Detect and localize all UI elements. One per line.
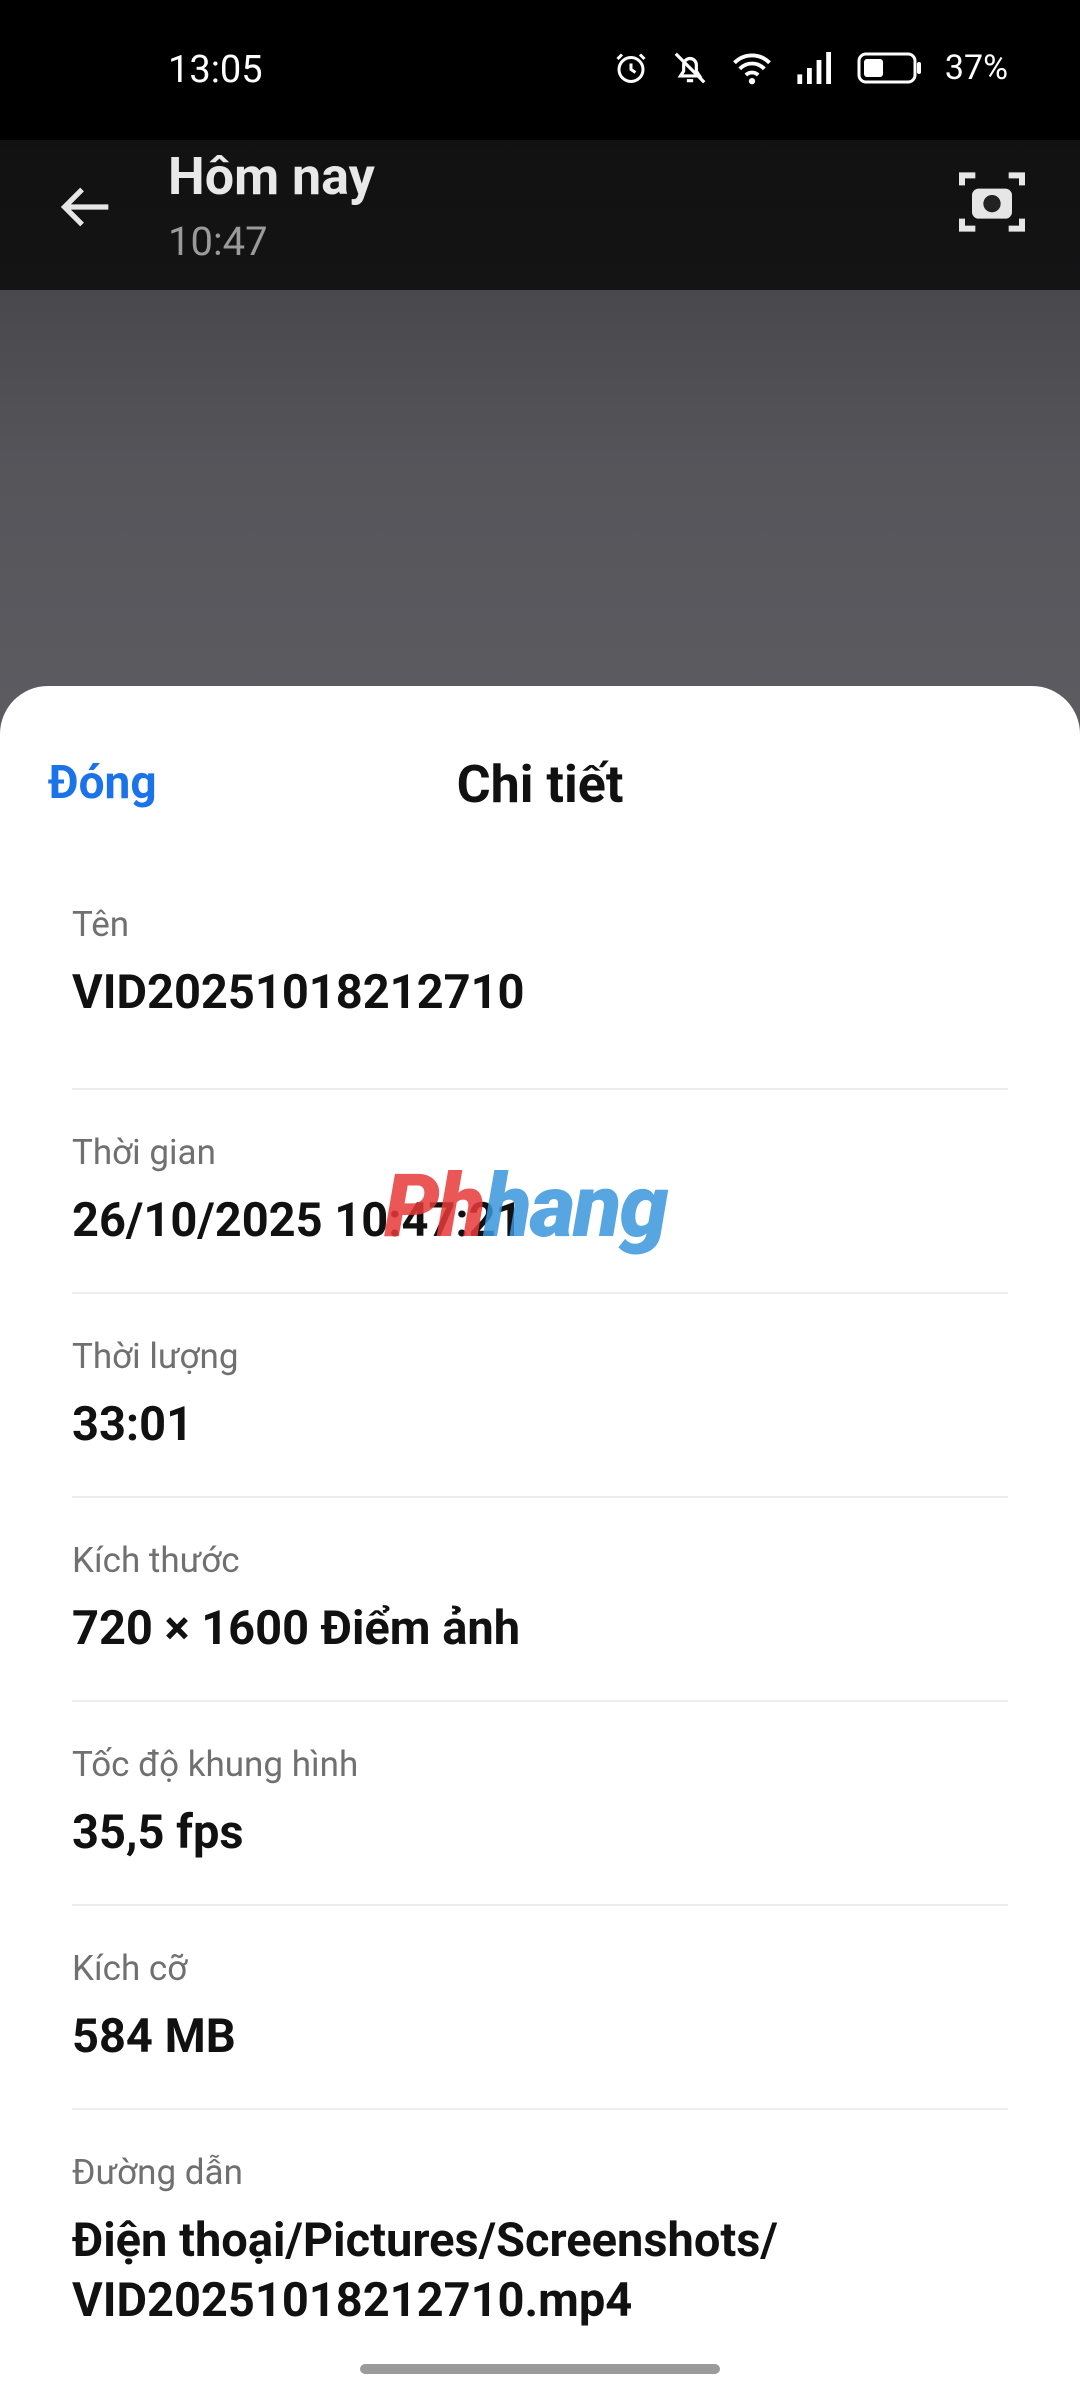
detail-value: 720 × 1600 Điểm ảnh (72, 1601, 521, 1656)
detail-value-path-line1: Điện thoại/Pictures/Screenshots/ (72, 2213, 778, 2268)
home-indicator[interactable] (360, 2364, 720, 2374)
status-bar: 13:05 37% (0, 0, 1080, 140)
details-sheet: Đóng Chi tiết Tên VID20251018212710 Thời… (0, 686, 1080, 2400)
arrow-left-icon (60, 187, 109, 227)
detail-value: 33:01 (72, 1397, 194, 1452)
detail-row-duration: Thời lượng 33:01 (72, 1294, 1008, 1498)
detail-row-name: Tên VID20251018212710 (72, 886, 1008, 1090)
detail-label: Thời gian (72, 1132, 216, 1173)
signal-icon (795, 52, 835, 84)
detail-label: Thời lượng (72, 1336, 239, 1377)
screenshot-button[interactable] (952, 162, 1032, 242)
detail-value: 35,5 fps (72, 1805, 244, 1860)
detail-value-path-line2: VID20251018212710.mp4 (72, 2273, 633, 2328)
detail-value: VID20251018212710 (72, 965, 525, 1020)
details-list: Tên VID20251018212710 Thời gian 26/10/20… (72, 886, 1008, 2331)
sheet-title: Chi tiết (456, 754, 624, 815)
status-icons: 37% (613, 48, 1008, 88)
alarm-icon (613, 50, 649, 86)
back-button[interactable] (50, 172, 120, 242)
sheet-header: Đóng Chi tiết (0, 686, 1080, 886)
silent-icon (671, 49, 709, 87)
detail-row-resolution: Kích thước 720 × 1600 Điểm ảnh (72, 1498, 1008, 1702)
status-time: 13:05 (168, 48, 263, 92)
viewer-header: Hôm nay 10:47 (0, 140, 1080, 290)
camera-icon (959, 172, 1025, 232)
wifi-icon (731, 50, 773, 86)
battery-icon (857, 51, 923, 85)
detail-label: Đường dẫn (72, 2152, 243, 2193)
detail-label: Kích thước (72, 1540, 240, 1581)
battery-percent: 37% (944, 48, 1008, 88)
detail-label: Tốc độ khung hình (72, 1744, 359, 1785)
detail-value: 26/10/2025 10:47:21 (72, 1193, 523, 1248)
header-title: Hôm nay (168, 146, 375, 207)
detail-row-framerate: Tốc độ khung hình 35,5 fps (72, 1702, 1008, 1906)
detail-row-path: Đường dẫn Điện thoại/Pictures/Screenshot… (72, 2110, 1008, 2331)
detail-label: Kích cỡ (72, 1948, 188, 1989)
detail-label: Tên (72, 904, 130, 945)
detail-row-time: Thời gian 26/10/2025 10:47:21 (72, 1090, 1008, 1294)
detail-row-size: Kích cỡ 584 MB (72, 1906, 1008, 2110)
detail-value: 584 MB (72, 2009, 236, 2064)
header-subtitle: 10:47 (168, 218, 268, 265)
